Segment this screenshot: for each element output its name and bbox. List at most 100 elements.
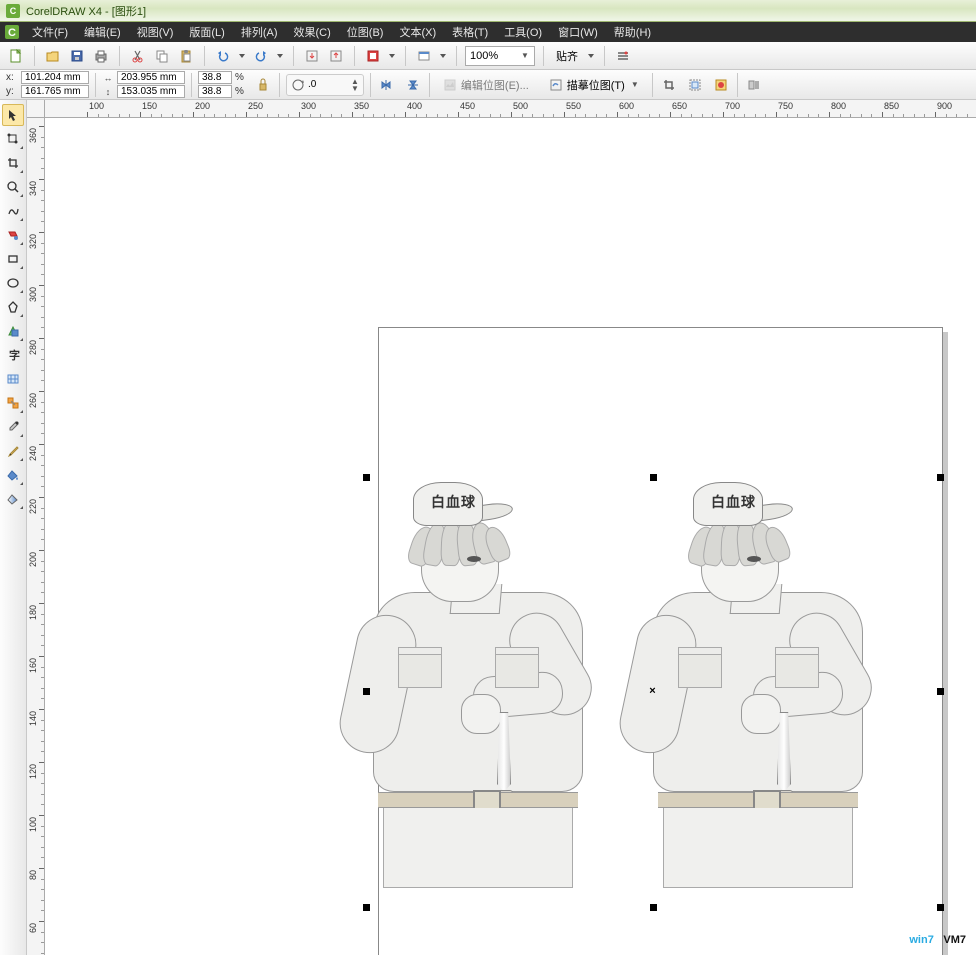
fill-tool[interactable] [2, 464, 24, 486]
menu-edit[interactable]: 编辑(E) [76, 22, 129, 42]
pick-tool[interactable] [2, 104, 24, 126]
selection-center[interactable]: × [648, 686, 657, 695]
table-tool[interactable] [2, 368, 24, 390]
selection-handle-tm[interactable] [650, 474, 657, 481]
crop-bitmap-button[interactable] [659, 75, 679, 95]
lock-ratio-button[interactable] [253, 75, 273, 95]
rotation-input[interactable] [308, 77, 348, 93]
mirror-horizontal-button[interactable] [377, 75, 397, 95]
selection-handle-ml[interactable] [363, 688, 370, 695]
height-icon: ↕ [102, 86, 114, 98]
selection-handle-br[interactable] [937, 904, 944, 911]
size-group: ↔ 203.955 mm ↕ 153.035 mm [102, 71, 185, 98]
copy-button[interactable] [152, 46, 172, 66]
interactive-blend-tool[interactable] [2, 392, 24, 414]
separator [354, 46, 355, 66]
ruler-corner[interactable] [27, 100, 45, 118]
redo-dropdown[interactable] [275, 46, 285, 66]
menu-table[interactable]: 表格(T) [444, 22, 496, 42]
menu-text[interactable]: 文本(X) [391, 22, 444, 42]
export-button[interactable] [326, 46, 346, 66]
y-position-input[interactable]: 161.765 mm [21, 85, 89, 98]
redo-button[interactable] [251, 46, 271, 66]
cut-button[interactable] [128, 46, 148, 66]
menu-help[interactable]: 帮助(H) [606, 22, 659, 42]
open-button[interactable] [43, 46, 63, 66]
separator [429, 73, 430, 97]
height-input[interactable]: 153.035 mm [117, 85, 185, 98]
undo-button[interactable] [213, 46, 233, 66]
separator [456, 46, 457, 66]
menu-view[interactable]: 视图(V) [129, 22, 182, 42]
rotation-stepper[interactable]: ▲▼ [351, 78, 359, 92]
separator [34, 46, 35, 66]
x-position-input[interactable]: 101.204 mm [21, 71, 89, 84]
welcome-screen-button[interactable] [414, 46, 434, 66]
width-input[interactable]: 203.955 mm [117, 71, 185, 84]
scale-x-input[interactable]: 38.8 [198, 71, 232, 84]
import-button[interactable] [302, 46, 322, 66]
menu-effects[interactable]: 效果(C) [286, 22, 339, 42]
new-button[interactable] [6, 46, 26, 66]
edit-bitmap-button: 编辑位图(E)... [436, 74, 536, 96]
scale-x-unit: % [235, 72, 247, 83]
snap-label[interactable]: 贴齐 [552, 48, 582, 64]
app-menu-icon[interactable]: C [4, 24, 20, 40]
svg-text:字: 字 [9, 348, 20, 362]
zoom-tool[interactable] [2, 176, 24, 198]
basic-shapes-tool[interactable] [2, 320, 24, 342]
zoom-level-combo[interactable]: 100% ▼ [465, 46, 535, 66]
menu-bitmap[interactable]: 位图(B) [339, 22, 392, 42]
snap-dropdown[interactable] [586, 46, 596, 66]
vertical-ruler[interactable]: 3603403203002802602402202001801601401201… [27, 118, 45, 955]
position-group: x: 101.204 mm y: 161.765 mm [6, 71, 89, 98]
x-label: x: [6, 72, 18, 83]
wrap-text-button[interactable] [744, 75, 764, 95]
scale-group: 38.8 % 38.8 % [198, 71, 247, 98]
menu-tools[interactable]: 工具(O) [496, 22, 550, 42]
save-button[interactable] [67, 46, 87, 66]
figure-left: 白血球 [403, 474, 643, 904]
welcome-dropdown[interactable] [438, 46, 448, 66]
crop-tool[interactable] [2, 152, 24, 174]
menu-file[interactable]: 文件(F) [24, 22, 76, 42]
polygon-tool[interactable] [2, 296, 24, 318]
smart-fill-tool[interactable] [2, 224, 24, 246]
text-tool[interactable]: 字 [2, 344, 24, 366]
selection-handle-tr[interactable] [937, 474, 944, 481]
freehand-tool[interactable] [2, 200, 24, 222]
eyedropper-tool[interactable] [2, 416, 24, 438]
horizontal-ruler[interactable]: 1001502002503003504004505005506006507007… [45, 100, 976, 118]
options-button[interactable] [613, 46, 633, 66]
selection-handle-bl[interactable] [363, 904, 370, 911]
trace-bitmap-button[interactable]: 描摹位图(T) ▼ [542, 74, 646, 96]
shape-tool[interactable] [2, 128, 24, 150]
undo-dropdown[interactable] [237, 46, 247, 66]
app-launcher-button[interactable] [363, 46, 383, 66]
mirror-vertical-button[interactable] [403, 75, 423, 95]
drawing-canvas[interactable]: 白血球 [45, 118, 976, 955]
paste-button[interactable] [176, 46, 196, 66]
separator [204, 46, 205, 66]
cap-text-left: 白血球 [431, 492, 476, 512]
selection-handle-mr[interactable] [937, 688, 944, 695]
scale-y-input[interactable]: 38.8 [198, 85, 232, 98]
app-launcher-dropdown[interactable] [387, 46, 397, 66]
selection-handle-bm[interactable] [650, 904, 657, 911]
interactive-fill-tool[interactable] [2, 488, 24, 510]
print-button[interactable] [91, 46, 111, 66]
bitmap-color-mask-button[interactable] [711, 75, 731, 95]
ellipse-tool[interactable] [2, 272, 24, 294]
standard-toolbar: 100% ▼ 贴齐 [0, 42, 976, 70]
outline-tool[interactable] [2, 440, 24, 462]
menu-layout[interactable]: 版面(L) [181, 22, 232, 42]
figure-right: 白血球 [683, 474, 923, 904]
menu-arrange[interactable]: 排列(A) [233, 22, 286, 42]
menu-window[interactable]: 窗口(W) [550, 22, 606, 42]
separator [370, 73, 371, 97]
separator [191, 73, 192, 97]
rectangle-tool[interactable] [2, 248, 24, 270]
resample-button[interactable] [685, 75, 705, 95]
selection-handle-tl[interactable] [363, 474, 370, 481]
width-icon: ↔ [102, 72, 114, 84]
